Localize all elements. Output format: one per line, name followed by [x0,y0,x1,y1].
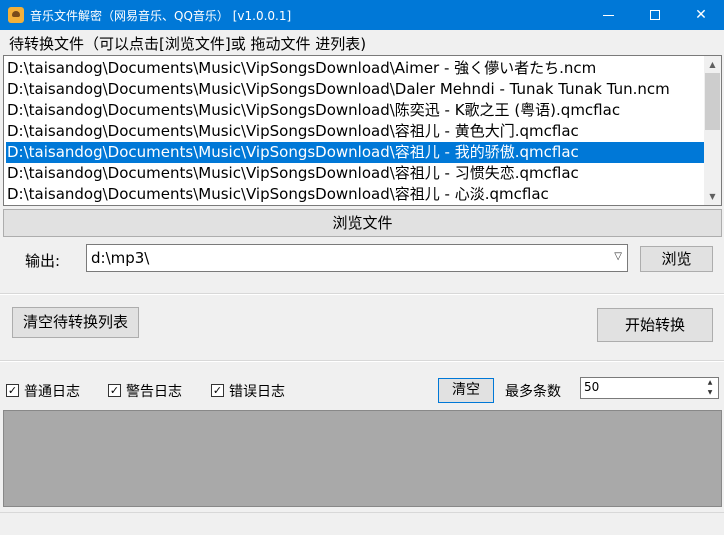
output-path-combobox[interactable]: d:\mp3\ ▽ [86,244,628,272]
warning-log-label[interactable]: 警告日志 [126,381,182,401]
spinner-down-icon[interactable]: ▼ [702,388,718,398]
max-count-label: 最多条数 [505,384,561,400]
status-bar [0,512,724,535]
clear-log-button[interactable]: 清空 [438,378,494,403]
browse-output-button[interactable]: 浏览 [640,246,713,272]
file-list-item[interactable]: D:\taisandog\Documents\Music\VipSongsDow… [6,79,707,100]
browse-files-button[interactable]: 浏览文件 [3,209,722,237]
divider [0,360,724,362]
max-count-spinner[interactable]: 50 ▲ ▼ [580,377,719,399]
output-path-value: d:\mp3\ [91,249,150,267]
log-output-area[interactable] [3,410,722,507]
window-title: 音乐文件解密（网易音乐、QQ音乐） [v1.0.0.1] [30,9,292,23]
clear-list-button[interactable]: 清空待转换列表 [12,307,139,338]
close-button[interactable]: ✕ [678,0,724,30]
scroll-up-icon[interactable]: ▲ [704,56,721,73]
minimize-button[interactable] [586,0,632,30]
file-list-item-selected[interactable]: D:\taisandog\Documents\Music\VipSongsDow… [6,142,707,163]
file-list-item[interactable]: D:\taisandog\Documents\Music\VipSongsDow… [6,184,707,205]
scroll-down-icon[interactable]: ▼ [704,188,721,205]
app-icon [8,7,24,23]
file-list[interactable]: D:\taisandog\Documents\Music\VipSongsDow… [3,55,722,206]
file-list-item[interactable]: D:\taisandog\Documents\Music\VipSongsDow… [6,100,707,121]
spinner-up-icon[interactable]: ▲ [702,378,718,388]
check-icon: ✓ [7,384,18,397]
file-list-header: 待转换文件（可以点击[浏览文件]或 拖动文件 进列表) [9,35,367,53]
error-log-checkbox[interactable]: ✓ [211,384,224,397]
file-list-scrollbar[interactable]: ▲ ▼ [704,56,721,205]
title-bar: 音乐文件解密（网易音乐、QQ音乐） [v1.0.0.1] ✕ [0,0,724,30]
scroll-thumb[interactable] [705,73,720,130]
file-list-item[interactable]: D:\taisandog\Documents\Music\VipSongsDow… [6,58,707,79]
check-icon: ✓ [212,384,223,397]
file-list-item[interactable]: D:\taisandog\Documents\Music\VipSongsDow… [6,163,707,184]
error-log-label[interactable]: 错误日志 [229,381,285,401]
output-label: 输出: [25,252,61,270]
max-count-value: 50 [584,380,600,394]
normal-log-label[interactable]: 普通日志 [24,381,80,401]
file-list-item[interactable]: D:\taisandog\Documents\Music\VipSongsDow… [6,121,707,142]
chevron-down-icon[interactable]: ▽ [614,251,622,262]
minimize-icon [603,15,614,16]
maximize-button[interactable] [632,0,678,30]
maximize-icon [650,10,660,20]
divider [0,293,724,295]
normal-log-checkbox[interactable]: ✓ [6,384,19,397]
warning-log-checkbox[interactable]: ✓ [108,384,121,397]
close-icon: ✕ [695,7,707,23]
start-convert-button[interactable]: 开始转换 [597,308,713,342]
check-icon: ✓ [109,384,120,397]
